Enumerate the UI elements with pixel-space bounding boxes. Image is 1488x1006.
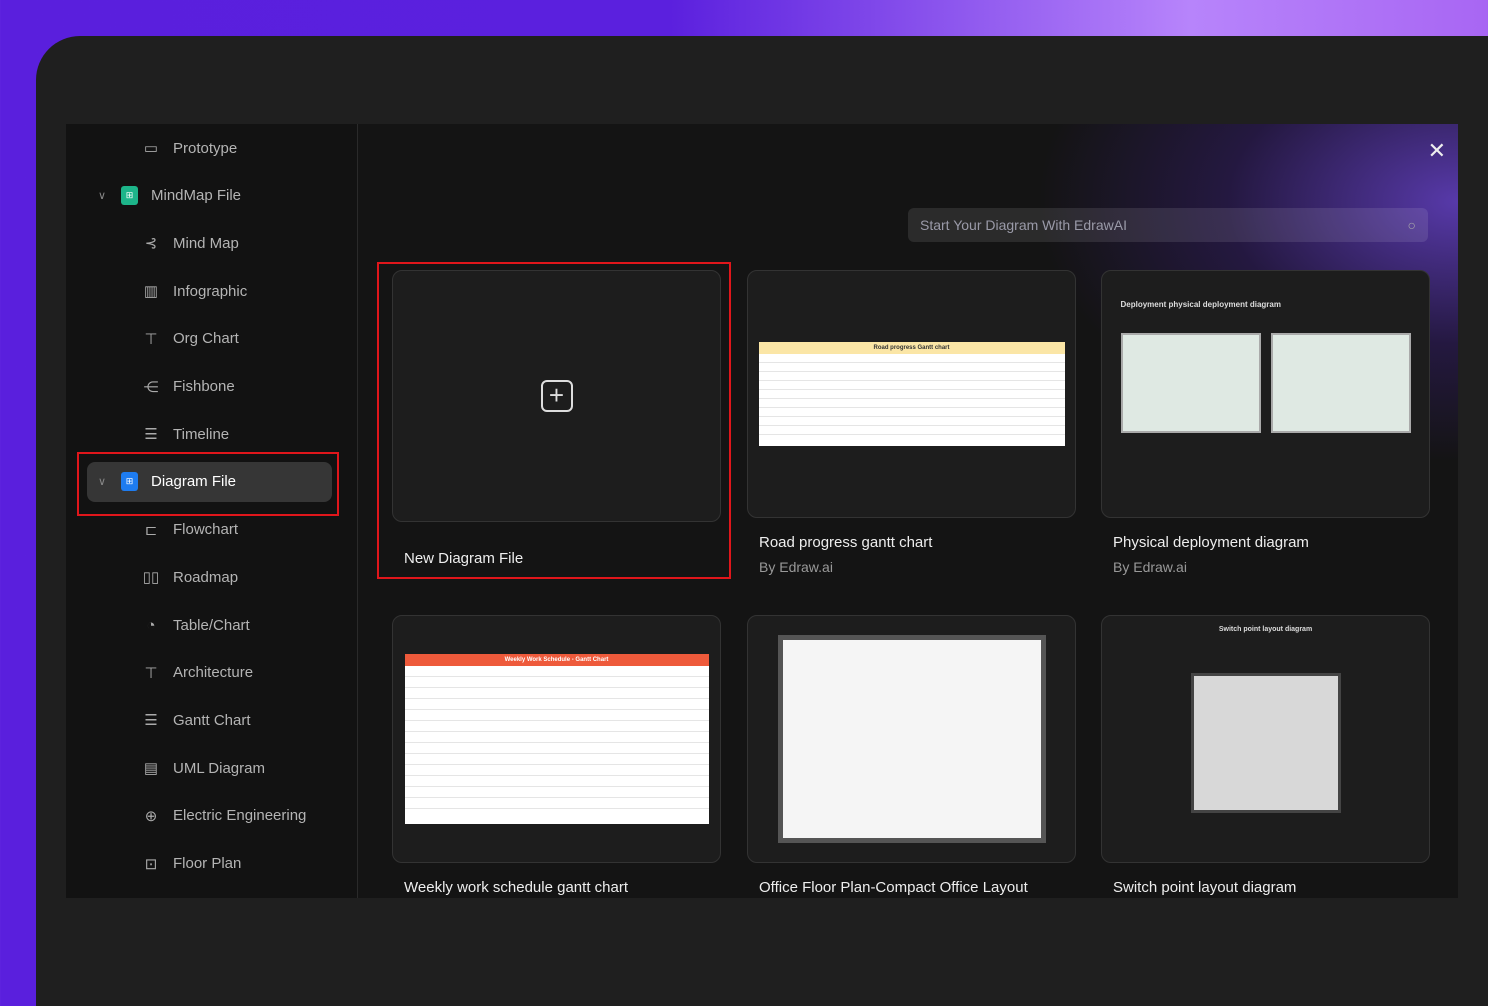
sidebar-item-mind-map[interactable]: ⊰ Mind Map (66, 223, 358, 263)
flowchart-icon: ⊏ (144, 521, 158, 539)
sidebar-item-label: Roadmap (173, 568, 239, 586)
sidebar-item-label: Org Chart (173, 330, 239, 348)
mindmap-file-icon: ⊞ (121, 186, 138, 206)
template-thumbnail[interactable]: Weekly Work Schedule - Gantt Chart (392, 615, 721, 863)
search-icon[interactable]: ○ (1408, 208, 1416, 242)
sidebar-item-label: Flowchart (173, 521, 239, 539)
template-thumbnail[interactable]: Deployment physical deployment diagram (1101, 270, 1430, 518)
card-author: By Edraw.ai (1113, 559, 1187, 575)
close-icon[interactable]: ✕ (1428, 138, 1446, 164)
sidebar-item-label: Architecture (173, 664, 254, 682)
template-thumbnail[interactable] (747, 615, 1076, 863)
table-chart-icon: ◔ (146, 616, 156, 634)
sidebar-item-table-chart[interactable]: ◔ Table/Chart (66, 605, 358, 645)
sidebar-item-label: Fishbone (173, 378, 235, 395)
plus-icon: + (540, 380, 573, 412)
sidebar-item-label: Table/Chart (173, 616, 250, 634)
uml-diagram-icon: ▤ (143, 760, 159, 778)
roadmap-icon: ▯▯ (142, 569, 160, 587)
sidebar-item-label: Electric Engineering (173, 807, 307, 825)
sidebar-item-label: Prototype (173, 139, 238, 157)
card-title: Physical deployment diagram (1113, 534, 1309, 551)
template-card[interactable]: Office Floor Plan-Compact Office Layout (747, 615, 1076, 896)
card-title: Office Floor Plan-Compact Office Layout (759, 879, 1028, 896)
sidebar-item-uml-diagram[interactable]: ▤ UML Diagram (66, 748, 358, 788)
thumb-title: Road progress Gantt chart (758, 342, 1065, 354)
new-diagram-card[interactable]: + New Diagram File (392, 270, 721, 567)
sidebar-item-label: Timeline (173, 425, 230, 443)
sidebar-item-infographic[interactable]: ▥ Infographic (66, 271, 358, 311)
sidebar-item-org-chart[interactable]: ⊤ Org Chart (66, 319, 358, 359)
sidebar-item-architecture[interactable]: ⊤ Architecture (66, 653, 358, 693)
infographic-icon: ▥ (143, 283, 159, 301)
sidebar-item-roadmap[interactable]: ▯▯ Roadmap (66, 557, 358, 597)
template-card[interactable]: Weekly Work Schedule - Gantt Chart Weekl… (392, 615, 721, 896)
floor-plan-icon: ⊡ (144, 855, 158, 873)
electric-engineering-icon: ⊕ (144, 807, 158, 825)
sidebar-item-label: UML Diagram (173, 759, 265, 777)
sidebar-item-electric-engineering[interactable]: ⊕ Electric Engineering (66, 796, 358, 836)
thumb-title: Deployment physical deployment diagram (1120, 300, 1281, 309)
sidebar-item-label: Gantt Chart (173, 711, 251, 729)
search-input[interactable]: Start Your Diagram With EdrawAI ○ (908, 208, 1428, 242)
sidebar-item-mindmap-file[interactable]: ∨ ⊞ MindMap File (66, 176, 358, 216)
chevron-down-icon[interactable]: ∨ (98, 189, 106, 202)
fishbone-icon: ⋲ (143, 378, 159, 396)
sidebar-item-gantt-chart[interactable]: ☰ Gantt Chart (66, 700, 358, 740)
architecture-icon: ⊤ (144, 664, 158, 682)
sidebar-item-label: Floor Plan (173, 855, 242, 872)
thumb-title: Weekly Work Schedule - Gantt Chart (404, 654, 709, 666)
card-title: Weekly work schedule gantt chart (404, 879, 628, 896)
template-thumbnail[interactable]: Switch point layout diagram (1101, 615, 1430, 863)
sidebar-item-label: MindMap File (151, 187, 242, 205)
sidebar-item-fishbone[interactable]: ⋲ Fishbone (66, 367, 358, 407)
template-thumbnail[interactable]: Road progress Gantt chart (747, 270, 1076, 518)
sidebar-item-floor-plan[interactable]: ⊡ Floor Plan (66, 844, 358, 884)
new-file-dialog: ▭ Prototype ∨ ⊞ MindMap File ⊰ Mind Map ▥ Infogr… (66, 124, 1458, 898)
sidebar-item-timeline[interactable]: ☰ Timeline (66, 414, 358, 454)
highlight-box (77, 452, 339, 516)
sidebar-item-prototype[interactable]: ▭ Prototype (66, 128, 358, 168)
template-card[interactable]: Deployment physical deployment diagram P… (1101, 270, 1430, 575)
gantt-chart-icon: ☰ (144, 712, 158, 730)
card-title: Road progress gantt chart (759, 534, 933, 551)
timeline-icon: ☰ (144, 426, 158, 444)
prototype-icon: ▭ (143, 140, 159, 157)
card-title: New Diagram File (404, 550, 524, 567)
sidebar-item-label: Mind Map (173, 234, 239, 252)
template-card[interactable]: Road progress Gantt chart Road progress … (747, 270, 1076, 575)
card-title: Switch point layout diagram (1113, 879, 1297, 896)
mind-map-icon: ⊰ (144, 235, 158, 253)
sidebar-item-label: Infographic (173, 282, 248, 300)
template-card[interactable]: Switch point layout diagram Switch point… (1101, 615, 1430, 896)
card-author: By Edraw.ai (759, 559, 833, 575)
main-panel: ✕ Start Your Diagram With EdrawAI ○ + Ne… (358, 124, 1458, 898)
org-chart-icon: ⊤ (144, 330, 158, 348)
search-placeholder: Start Your Diagram With EdrawAI (920, 217, 1127, 233)
thumb-title: Switch point layout diagram (1218, 626, 1313, 633)
